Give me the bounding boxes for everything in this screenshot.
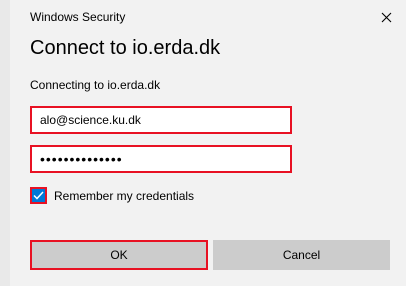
- app-title: Windows Security: [30, 10, 126, 24]
- title-bar: Windows Security: [10, 0, 406, 34]
- connecting-text: Connecting to io.erda.dk: [30, 78, 161, 92]
- close-icon: [381, 12, 391, 22]
- dialog-heading: Connect to io.erda.dk: [30, 37, 221, 59]
- cancel-button[interactable]: Cancel: [213, 240, 390, 270]
- checkmark-icon: [33, 191, 44, 200]
- remember-credentials-label: Remember my credentials: [54, 188, 195, 203]
- password-value: ••••••••••••••: [40, 151, 123, 167]
- cancel-button-label: Cancel: [282, 248, 321, 262]
- button-footer: OK Cancel: [10, 226, 406, 286]
- ok-button[interactable]: OK: [30, 240, 208, 270]
- checkbox-box[interactable]: [30, 187, 47, 204]
- username-field[interactable]: alo@science.ku.dk: [30, 106, 292, 134]
- username-value: alo@science.ku.dk: [40, 113, 141, 127]
- ok-button-label: OK: [110, 248, 128, 262]
- password-field[interactable]: ••••••••••••••: [30, 145, 292, 173]
- remember-credentials-checkbox[interactable]: Remember my credentials: [30, 187, 194, 204]
- close-button[interactable]: [372, 4, 400, 30]
- credentials-dialog: Windows Security Connect to io.erda.dk C…: [10, 0, 406, 286]
